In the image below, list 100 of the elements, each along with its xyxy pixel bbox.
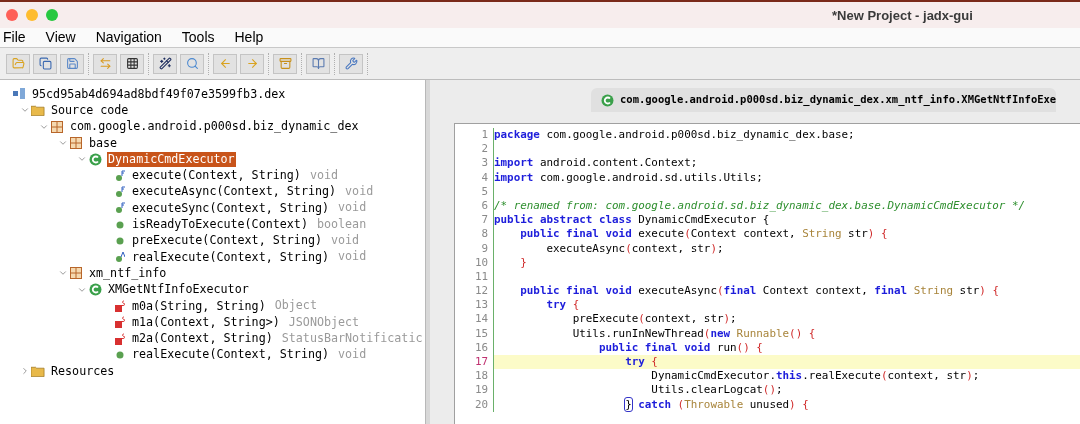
tree-item[interactable]: m2a(Context, String) bbox=[131, 331, 274, 347]
log-book-button[interactable] bbox=[306, 53, 330, 74]
code-line: DynamicCmdExecutor.this.realExecute(context, str); bbox=[650, 369, 980, 383]
line-number: 19 bbox=[473, 383, 489, 398]
editor-tab-title: com.google.android.p000sd.biz_dynamic_dex.xm_ntf_info.XMGetNtfInfoExe bbox=[620, 92, 1057, 108]
folder-icon bbox=[31, 365, 45, 378]
wrench-button[interactable] bbox=[339, 53, 363, 74]
grid-button[interactable] bbox=[120, 53, 144, 74]
abstract-method-icon bbox=[115, 251, 125, 264]
return-type: void bbox=[338, 346, 367, 364]
final-method-icon bbox=[115, 185, 125, 198]
return-type: void bbox=[338, 199, 367, 217]
forward-arrow-button[interactable] bbox=[240, 53, 264, 74]
folder-icon bbox=[31, 104, 45, 117]
method-dot-icon bbox=[115, 219, 125, 230]
line-number: 4 bbox=[480, 170, 489, 185]
return-type: boolean bbox=[316, 215, 367, 233]
code-line: public final void execute(Context context, String str) { bbox=[519, 227, 888, 241]
code-line: /* renamed from: com.google.android.sd.biz_dynamic_dex.base.DynamicCmdExecutor */ bbox=[494, 198, 1026, 212]
archive-icon bbox=[278, 57, 292, 70]
final-method-icon bbox=[115, 202, 125, 215]
line-number: 15 bbox=[473, 326, 489, 341]
tree-item[interactable]: executeAsync(Context, String) bbox=[131, 184, 338, 200]
line-number: 14 bbox=[473, 312, 489, 327]
log-book-icon bbox=[311, 57, 325, 70]
window-title: *New Project - jadx-gui bbox=[832, 7, 973, 25]
code-line: preExecute(context, str); bbox=[571, 312, 737, 326]
collapse-chevron-icon[interactable] bbox=[20, 366, 30, 377]
back-arrow-icon bbox=[218, 57, 232, 70]
static-method-icon bbox=[115, 332, 125, 345]
line-number: 18 bbox=[473, 369, 489, 384]
code-line: } catch (Throwable unused) { bbox=[624, 397, 809, 411]
copy-icon bbox=[38, 57, 52, 70]
return-type: StatusBarNotificatic bbox=[281, 329, 423, 347]
wrench-icon bbox=[344, 57, 358, 70]
line-number: 20 bbox=[473, 397, 489, 412]
tree-item[interactable]: executeSync(Context, String) bbox=[131, 200, 331, 216]
menu-item[interactable]: View bbox=[45, 27, 76, 48]
final-method-icon bbox=[115, 169, 125, 182]
code-line: Utils.runInNewThread(new Runnable() { bbox=[571, 326, 816, 340]
tree-item[interactable]: m1a(Context, String>) bbox=[131, 314, 281, 330]
tree-item[interactable]: base bbox=[88, 135, 119, 151]
archive-button[interactable] bbox=[273, 53, 297, 74]
tree-item[interactable]: com.google.android.p000sd.biz_dynamic_dex bbox=[69, 119, 360, 135]
code-line: package com.google.android.p000sd.biz_dynamic_dex.base; bbox=[494, 128, 855, 141]
tree-item[interactable]: xm_ntf_info bbox=[88, 265, 168, 281]
tree-item[interactable]: realExecute(Context, String) bbox=[131, 347, 331, 363]
copy-button[interactable] bbox=[33, 53, 57, 74]
editor-tab[interactable]: com.google.android.p000sd.biz_dynamic_dex.xm_ntf_info.XMGetNtfInfoExe bbox=[591, 88, 1057, 112]
code-line: Utils.clearLogcat(); bbox=[650, 383, 783, 397]
line-number: 12 bbox=[473, 284, 489, 299]
line-number: 16 bbox=[473, 340, 489, 355]
dex-file-icon bbox=[12, 88, 26, 101]
tree-item[interactable]: XMGetNtfInfoExecutor bbox=[107, 282, 250, 298]
line-number: 9 bbox=[480, 241, 489, 256]
menu-item[interactable]: Tools bbox=[181, 27, 215, 48]
class-icon bbox=[88, 152, 102, 166]
tree-item[interactable]: m0a(String, String) bbox=[131, 298, 267, 314]
return-type: JSONObject bbox=[288, 313, 360, 331]
code-line: } bbox=[519, 255, 527, 269]
menu-item[interactable]: File bbox=[3, 27, 26, 48]
tree-item[interactable]: execute(Context, String) bbox=[131, 168, 302, 184]
search-icon bbox=[185, 57, 199, 70]
static-method-icon bbox=[115, 300, 125, 312]
return-type: void bbox=[331, 232, 360, 250]
return-type: void bbox=[309, 166, 339, 184]
line-number: 5 bbox=[480, 184, 489, 199]
code-line: public final void executeAsync(final Context context, final String str) { bbox=[519, 284, 999, 298]
line-number: 11 bbox=[473, 269, 489, 285]
static-method-icon bbox=[115, 316, 125, 329]
tree-item[interactable]: 95cd95ab4d694ad8bdf49f07e3599fb3.dex bbox=[31, 86, 287, 102]
line-number: 17 bbox=[473, 355, 489, 370]
code-line: import android.content.Context; bbox=[494, 156, 698, 170]
tree-item[interactable]: Resources bbox=[50, 363, 116, 379]
close-window-icon[interactable] bbox=[6, 9, 18, 21]
forward-arrow-icon bbox=[245, 57, 259, 70]
line-number: 6 bbox=[480, 198, 489, 214]
tree-item[interactable]: isReadyToExecute(Context) bbox=[131, 217, 309, 232]
tree-item[interactable]: realExecute(Context, String) bbox=[131, 249, 331, 265]
save-button[interactable] bbox=[60, 53, 84, 74]
minimize-window-icon[interactable] bbox=[26, 9, 38, 21]
wand-icon bbox=[158, 57, 172, 70]
return-type: Object bbox=[274, 297, 317, 315]
line-number: 1 bbox=[480, 128, 489, 143]
back-arrow-button[interactable] bbox=[213, 53, 237, 74]
package-icon bbox=[51, 120, 63, 133]
code-line: try { bbox=[545, 298, 580, 312]
zoom-window-icon[interactable] bbox=[46, 9, 58, 21]
code-line: public final void run() { bbox=[597, 340, 763, 354]
wand-button[interactable] bbox=[153, 53, 177, 74]
open-folder-button[interactable] bbox=[6, 53, 30, 74]
tree-item[interactable]: preExecute(Context, String) bbox=[131, 233, 323, 249]
class-icon bbox=[88, 283, 102, 297]
return-type: void bbox=[338, 248, 367, 266]
tree-item[interactable]: DynamicCmdExecutor bbox=[107, 151, 236, 167]
class-icon bbox=[601, 93, 614, 107]
menu-item[interactable]: Navigation bbox=[95, 27, 162, 48]
sync-arrows-icon bbox=[98, 57, 112, 70]
menu-item[interactable]: Help bbox=[234, 27, 264, 48]
tree-item[interactable]: Source code bbox=[50, 102, 130, 118]
